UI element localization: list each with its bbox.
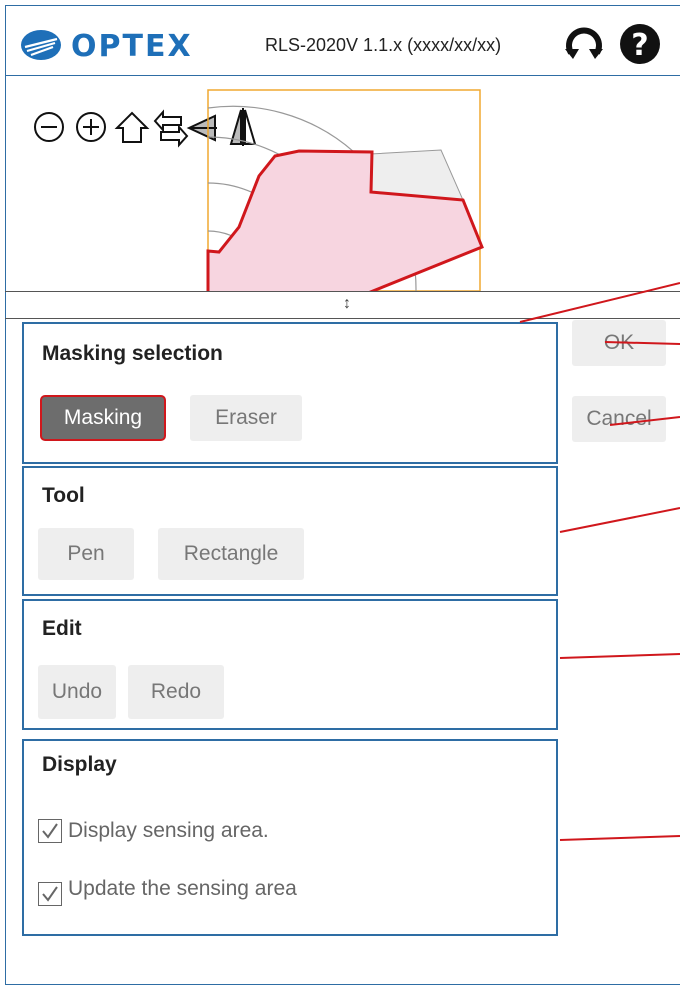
callout-lines (519, 282, 680, 841)
